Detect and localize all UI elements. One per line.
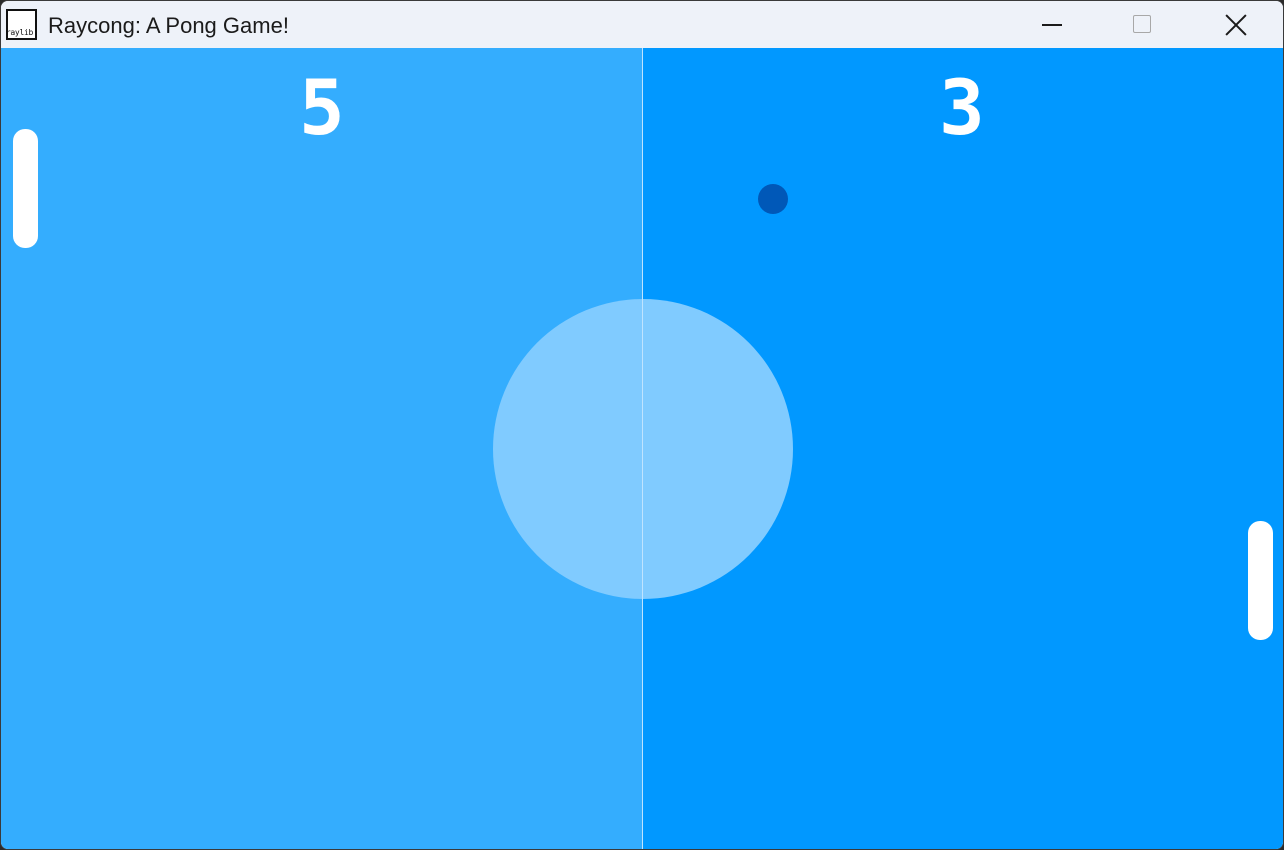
right-paddle: [1248, 521, 1273, 640]
window-title: Raycong: A Pong Game!: [48, 13, 289, 38]
maximize-button[interactable]: [1097, 1, 1189, 48]
maximize-icon: [1133, 15, 1151, 33]
close-icon: [1224, 13, 1248, 37]
game-canvas[interactable]: 5 3: [1, 48, 1283, 849]
title-bar[interactable]: raylib Raycong: A Pong Game!: [1, 1, 1283, 48]
close-button[interactable]: [1190, 1, 1282, 48]
left-paddle: [13, 129, 38, 248]
center-line: [642, 48, 643, 849]
left-player-score: 5: [299, 63, 345, 152]
game-window: raylib Raycong: A Pong Game! 5 3: [0, 0, 1284, 850]
raylib-logo-icon: raylib: [6, 9, 37, 40]
minimize-button[interactable]: [1006, 1, 1098, 48]
right-player-score: 3: [939, 63, 985, 152]
app-icon-label: raylib: [5, 28, 33, 37]
center-circle: [493, 299, 793, 599]
minimize-icon: [1042, 24, 1062, 26]
ball: [758, 184, 788, 214]
